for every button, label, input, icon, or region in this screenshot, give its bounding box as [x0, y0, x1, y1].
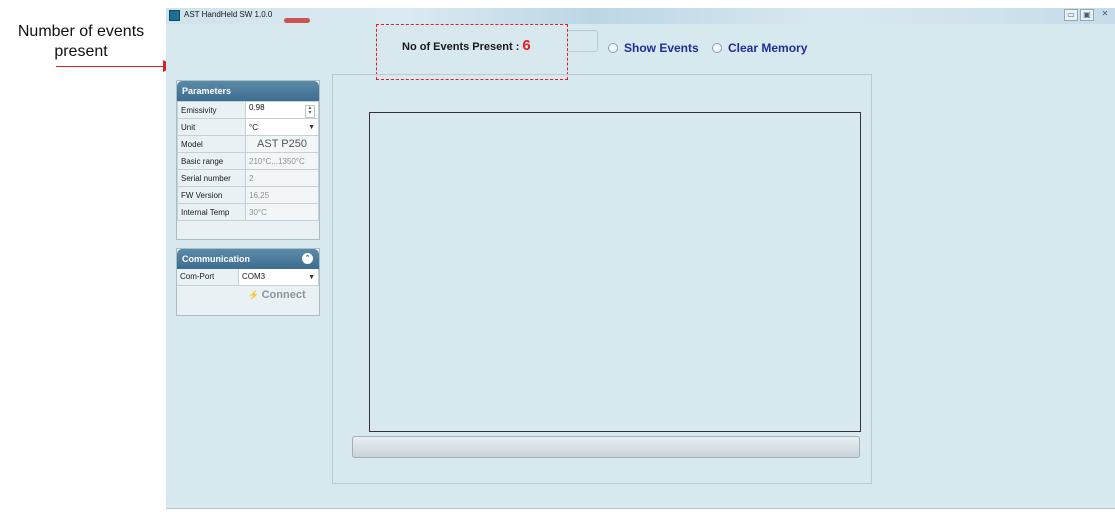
param-label: Serial number	[177, 169, 246, 187]
show-events-radio[interactable]: Show Events	[608, 41, 699, 55]
communication-panel-title: Communication	[182, 254, 251, 264]
parameters-panel-title: Parameters	[177, 81, 319, 101]
app-window: AST HandHeld SW 1.0.0 ▭ ▣ ✕ No of Events…	[166, 8, 1115, 509]
table-row: Serial number 2	[177, 169, 319, 187]
connect-button[interactable]: ⚡ Connect	[239, 286, 315, 304]
plug-icon[interactable]: ⚡	[248, 290, 259, 300]
radio-icon[interactable]	[712, 43, 722, 53]
communication-panel-header: Communication ⌃	[177, 249, 319, 269]
events-field-border	[568, 30, 598, 52]
com-port-label: Com-Port	[177, 269, 239, 285]
table-row: Emissivity 0.98 ▴ ▾	[177, 101, 319, 119]
clear-memory-radio[interactable]: Clear Memory	[712, 41, 807, 55]
serial-number-value: 2	[245, 169, 319, 187]
unit-select[interactable]: °C ▼	[245, 118, 319, 136]
connect-label[interactable]: Connect	[262, 289, 306, 301]
title-bar: AST HandHeld SW 1.0.0 ▭ ▣ ✕	[166, 8, 1115, 24]
events-present-label: No of Events Present :6	[402, 37, 531, 54]
param-label: Emissivity	[177, 101, 246, 119]
table-row: Unit °C ▼	[177, 118, 319, 136]
param-label: FW Version	[177, 186, 246, 204]
window-title: AST HandHeld SW 1.0.0	[184, 10, 273, 19]
table-row: Basic range 210°C...1350°C	[177, 152, 319, 170]
emissivity-input[interactable]: 0.98 ▴ ▾	[245, 101, 319, 119]
app-icon	[169, 10, 180, 21]
events-display-area	[369, 112, 861, 432]
param-label: Unit	[177, 118, 246, 136]
progress-bar	[352, 436, 860, 458]
clear-memory-label[interactable]: Clear Memory	[728, 41, 807, 55]
chevron-down-icon[interactable]: ▼	[308, 124, 315, 131]
com-port-row: Com-Port COM3 ▼	[177, 269, 319, 286]
spinner-icon[interactable]: ▴ ▾	[305, 104, 315, 118]
annotation-line2: present	[54, 43, 108, 60]
annotation-line	[56, 66, 166, 67]
internal-temp-value: 30°C	[245, 203, 319, 221]
annotation-line1: Number of events	[17, 23, 145, 40]
events-count: 6	[522, 37, 531, 54]
parameters-panel: Parameters Emissivity 0.98 ▴ ▾ Unit °C ▼ Mo…	[176, 80, 320, 240]
fw-version-value: 16.25	[245, 186, 319, 204]
radio-icon[interactable]	[608, 43, 618, 53]
param-label: Model	[177, 135, 246, 153]
annotation-callout: Number of events present	[0, 22, 162, 62]
close-button[interactable]: ✕	[1098, 9, 1112, 21]
title-decoration	[284, 18, 310, 23]
events-label-text: No of Events Present :	[402, 41, 520, 53]
maximize-button[interactable]: ▣	[1080, 9, 1094, 21]
parameters-table: Emissivity 0.98 ▴ ▾ Unit °C ▼ Model AST P25…	[177, 101, 319, 221]
param-label: Basic range	[177, 152, 246, 170]
com-port-select[interactable]: COM3 ▼	[239, 269, 319, 285]
emissivity-value[interactable]: 0.98	[249, 103, 265, 112]
show-events-label[interactable]: Show Events	[624, 41, 699, 55]
communication-panel: Communication ⌃ Com-Port COM3 ▼ ⚡ Connect	[176, 248, 320, 316]
basic-range-value: 210°C...1350°C	[245, 152, 319, 170]
minimize-button[interactable]: ▭	[1064, 9, 1078, 21]
com-port-value[interactable]: COM3	[242, 272, 265, 281]
table-row: FW Version 16.25	[177, 186, 319, 204]
table-row: Internal Temp 30°C	[177, 203, 319, 221]
chevron-down-icon[interactable]: ▼	[308, 270, 315, 286]
table-row: Model AST P250	[177, 135, 319, 153]
model-value: AST P250	[245, 135, 319, 153]
collapse-icon[interactable]: ⌃	[302, 253, 313, 264]
param-label: Internal Temp	[177, 203, 246, 221]
unit-value[interactable]: °C	[249, 123, 258, 132]
